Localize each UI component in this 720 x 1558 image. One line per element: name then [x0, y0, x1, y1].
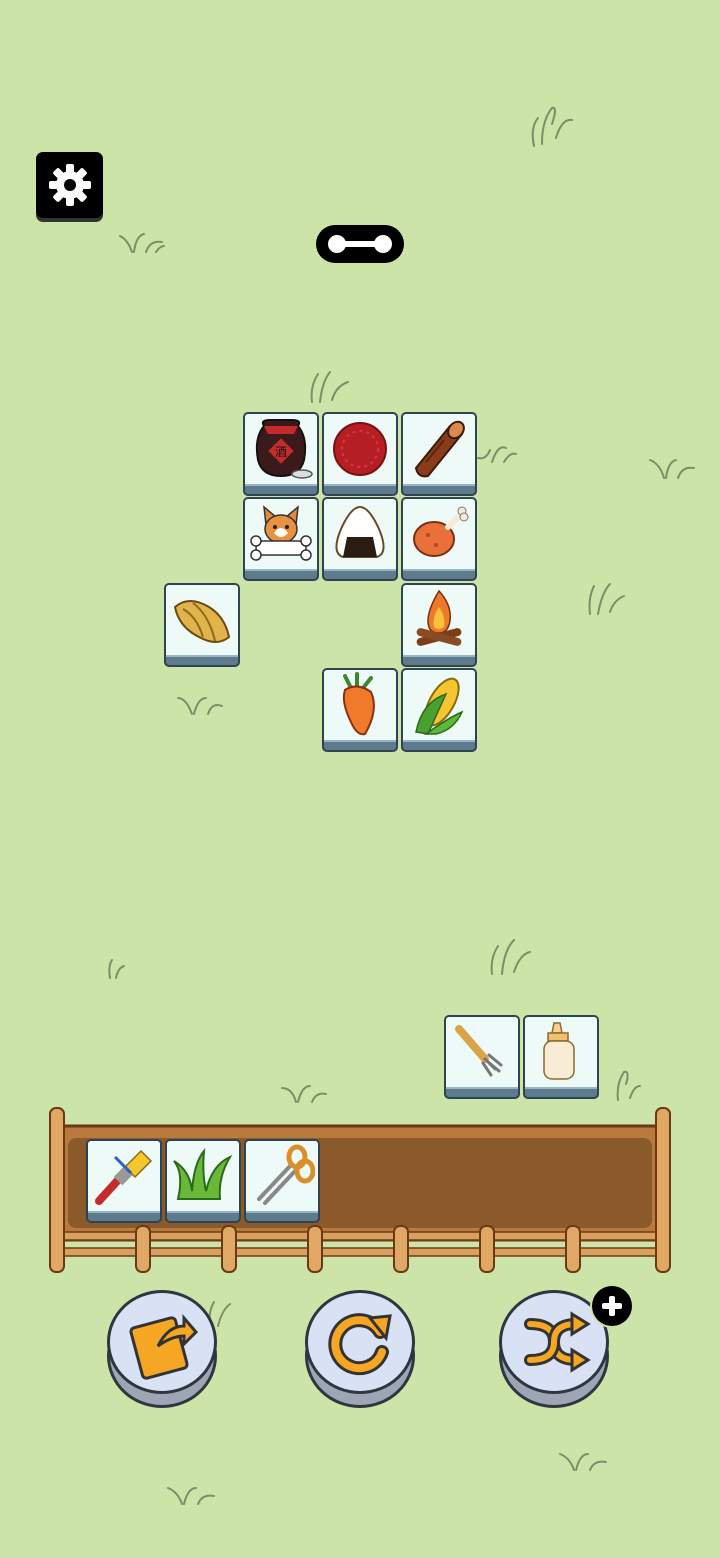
log-icon: [414, 420, 465, 478]
grass-decoration: [281, 1085, 327, 1103]
grass-decoration: [649, 459, 695, 479]
grass-decoration: [559, 1453, 607, 1471]
grass-decoration: [108, 959, 125, 979]
corn-icon: [415, 677, 464, 735]
rice-ball-icon: [335, 505, 385, 558]
progress-indicator: [316, 225, 404, 263]
undo-button[interactable]: [305, 1290, 415, 1410]
grass-decoration: [167, 1487, 215, 1505]
grass-decoration: [119, 233, 165, 253]
settings-button[interactable]: [36, 152, 103, 218]
move-out-icon: [129, 1313, 199, 1380]
grass-decoration: [477, 446, 517, 463]
grass-decoration: [616, 1070, 641, 1101]
shuffle-icon: [524, 1311, 591, 1373]
tray-tile-grass-tuft: [165, 1139, 241, 1223]
tile-fork[interactable]: [444, 1015, 520, 1099]
wine-jar-icon: 酒: [255, 419, 313, 479]
red-circle-icon: [333, 422, 387, 476]
carrot-icon: [342, 672, 375, 736]
grass-decoration: [588, 583, 625, 615]
scissors-icon: [257, 1144, 315, 1205]
tile-corgi-with-bone[interactable]: [243, 497, 319, 581]
tile-log[interactable]: [401, 412, 477, 496]
shuffle-add-badge[interactable]: [592, 1286, 632, 1326]
fork-icon: [455, 1025, 503, 1077]
tile-roast-chicken-leg[interactable]: [401, 497, 477, 581]
tile-bamboo-shoot[interactable]: [164, 583, 240, 667]
progress-pill-icon: [328, 235, 392, 253]
undo-icon: [328, 1313, 392, 1376]
campfire-icon: [416, 589, 462, 646]
grass-decoration: [490, 939, 531, 975]
tile-corn[interactable]: [401, 668, 477, 752]
grass-decoration: [310, 371, 349, 403]
tile-carrot[interactable]: [322, 668, 398, 752]
plus-icon: [602, 1296, 622, 1316]
grass-decoration: [177, 697, 223, 715]
corgi-with-bone-icon: [250, 505, 312, 561]
tile-campfire[interactable]: [401, 583, 477, 667]
tray-tile-paint-brush: [86, 1139, 162, 1223]
gear-icon: [48, 164, 91, 206]
roast-chicken-leg-icon: [413, 506, 469, 557]
tile-rice-ball[interactable]: [322, 497, 398, 581]
tray-tile-scissors: [244, 1139, 320, 1223]
grass-tuft-icon: [173, 1147, 233, 1200]
tile-wine-jar[interactable]: 酒: [243, 412, 319, 496]
grass-decoration: [531, 106, 573, 147]
move-out-button[interactable]: [107, 1290, 217, 1410]
baby-bottle-icon: [543, 1022, 575, 1080]
svg-text:酒: 酒: [275, 445, 287, 459]
paint-brush-icon: [95, 1149, 153, 1205]
bamboo-shoot-icon: [173, 600, 231, 643]
tile-baby-bottle[interactable]: [523, 1015, 599, 1099]
tile-red-circle[interactable]: [322, 412, 398, 496]
